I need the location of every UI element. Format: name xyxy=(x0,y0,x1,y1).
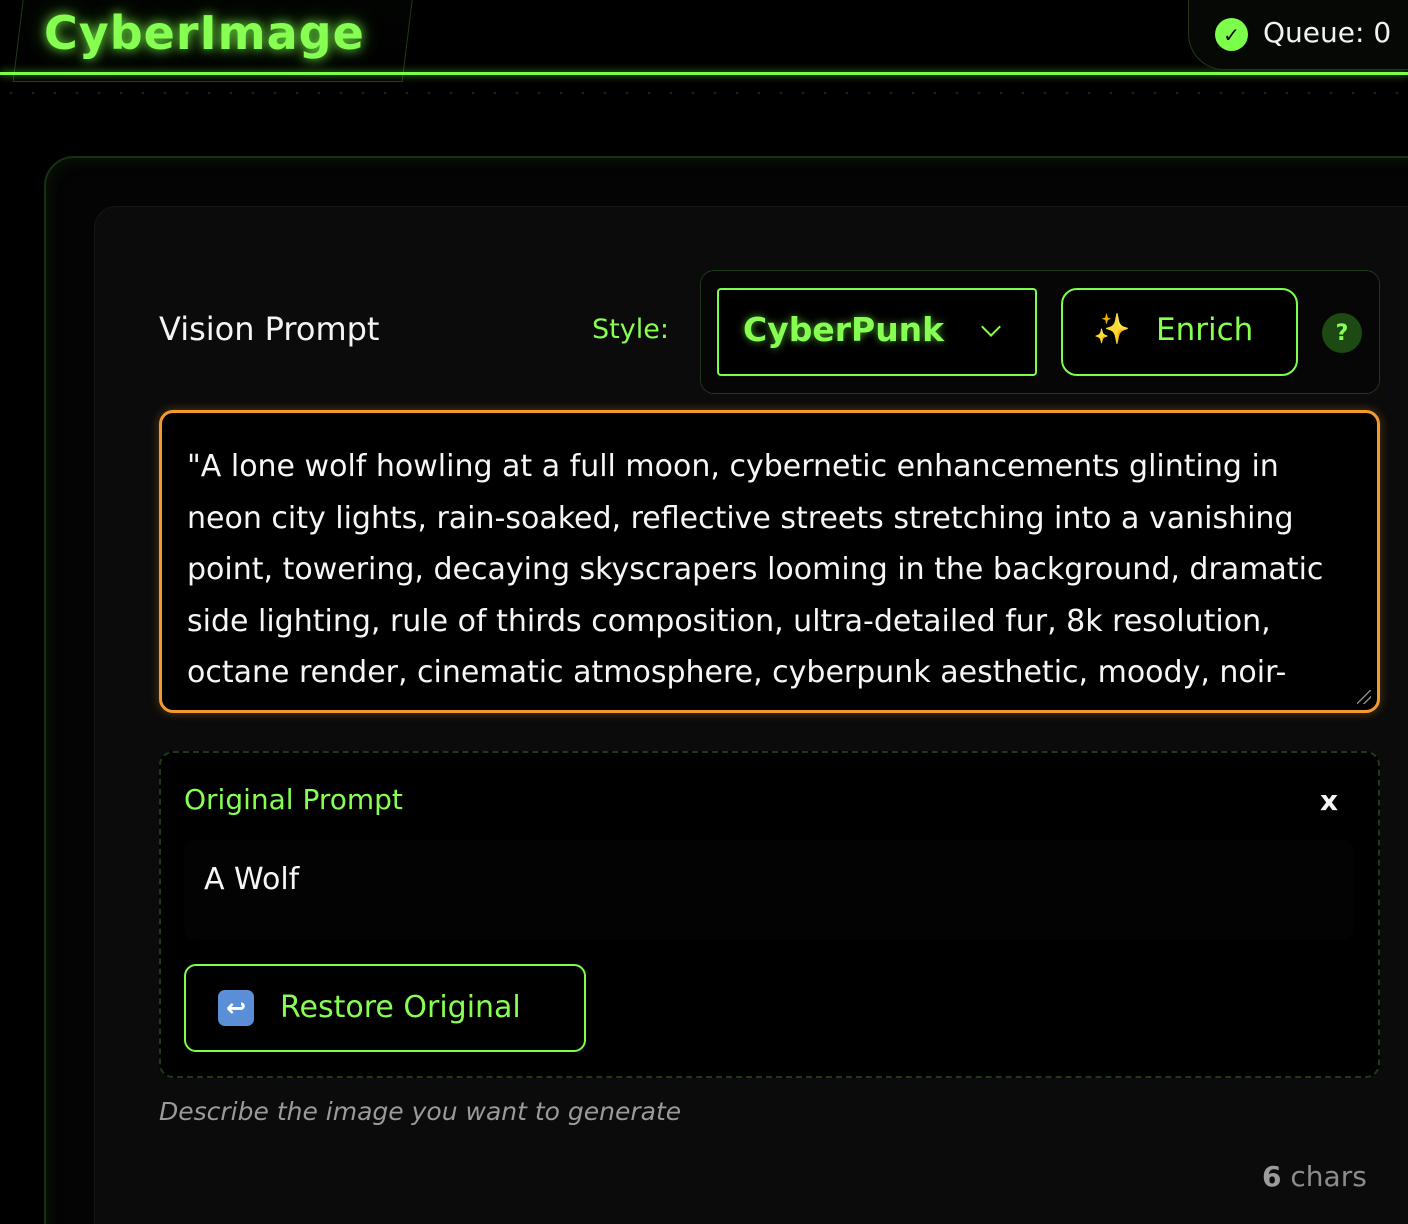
char-count-unit: chars xyxy=(1290,1160,1367,1193)
style-label: Style: xyxy=(592,314,669,345)
helper-text: Describe the image you want to generate xyxy=(159,1097,682,1126)
app-logo[interactable]: CyberImage xyxy=(44,6,365,66)
return-arrow-icon[interactable]: ↩ xyxy=(218,990,254,1026)
question-icon[interactable]: ? xyxy=(1322,313,1362,353)
char-count-number: 6 xyxy=(1262,1160,1282,1193)
queue-count: Queue: 0 xyxy=(1263,16,1392,49)
char-count: 6 chars xyxy=(1262,1160,1367,1193)
vision-prompt-label: Vision Prompt xyxy=(159,310,380,348)
original-prompt-label: Original Prompt xyxy=(184,783,403,816)
check-circle-icon: ✓ xyxy=(1215,18,1248,51)
prompt-textarea[interactable]: "A lone wolf howling at a full moon, cyb… xyxy=(159,410,1380,713)
resize-handle-icon[interactable] xyxy=(1357,690,1371,704)
close-icon[interactable]: x xyxy=(1320,784,1338,817)
header-dots xyxy=(0,92,1408,94)
original-prompt-value-box xyxy=(184,840,1354,940)
original-prompt-value: A Wolf xyxy=(204,862,300,897)
prompt-textarea-value[interactable]: "A lone wolf howling at a full moon, cyb… xyxy=(187,441,1347,710)
header-divider xyxy=(0,72,1408,75)
sparkles-icon[interactable]: ✨ xyxy=(1093,312,1130,347)
style-select-value[interactable]: CyberPunk xyxy=(743,310,944,349)
restore-original-label[interactable]: Restore Original xyxy=(280,990,521,1025)
enrich-button-label[interactable]: Enrich xyxy=(1156,312,1253,348)
